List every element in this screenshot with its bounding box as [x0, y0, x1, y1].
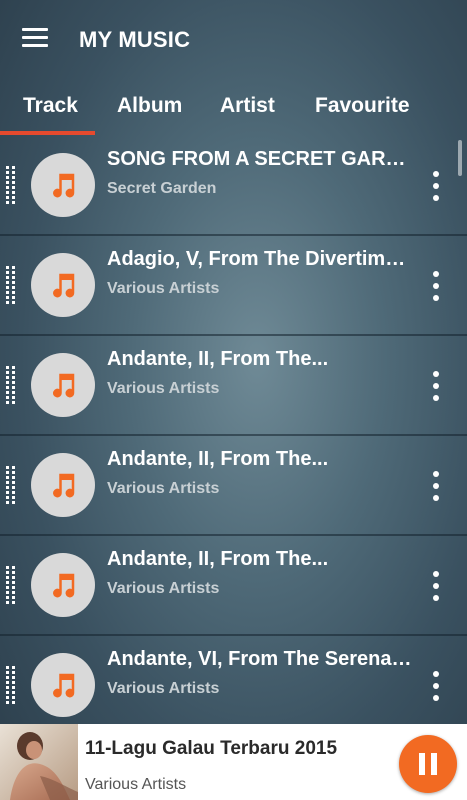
page-title: MY MUSIC [79, 27, 191, 52]
track-title: Andante, II, From The... [107, 348, 329, 370]
now-playing-title: 11-Lagu Galau Terbaru 2015 [85, 738, 338, 759]
music-note-icon [53, 673, 75, 698]
track-artist: Various Artists [107, 380, 220, 397]
track-art [31, 253, 95, 317]
pause-button[interactable] [399, 735, 457, 793]
track-title: Andante, II, From The... [107, 548, 329, 570]
music-note-icon [53, 173, 75, 198]
track-row[interactable]: Andante, II, From The... Various Artists [0, 436, 467, 536]
pause-icon [419, 753, 425, 775]
music-note-icon [53, 273, 75, 298]
track-row[interactable]: Andante, II, From The... Various Artists [0, 336, 467, 436]
list-scrollbar[interactable] [458, 140, 462, 176]
more-vertical-icon[interactable] [428, 269, 444, 303]
music-note-icon [53, 573, 75, 598]
track-row[interactable]: SONG FROM A SECRET GARDEN Secret Garden [0, 136, 467, 236]
tab-artist[interactable]: Artist [220, 94, 275, 118]
track-art [31, 453, 95, 517]
music-note-icon [53, 473, 75, 498]
track-list[interactable]: SONG FROM A SECRET GARDEN Secret Garden Ad… [0, 136, 467, 724]
track-title: Adagio, V, From The Divertimento... [107, 248, 412, 270]
active-tab-indicator [0, 131, 95, 135]
hamburger-menu-icon[interactable] [22, 26, 50, 50]
tab-album[interactable]: Album [117, 94, 182, 118]
more-vertical-icon[interactable] [428, 569, 444, 603]
track-title: Andante, VI, From The Serenade... [107, 648, 412, 670]
drag-handle-icon[interactable] [6, 666, 20, 708]
track-artist: Various Artists [107, 580, 220, 597]
now-playing-artist: Various Artists [85, 776, 187, 793]
track-artist: Various Artists [107, 480, 220, 497]
album-art-thumbnail [0, 724, 78, 800]
tab-favourite[interactable]: Favourite [315, 94, 410, 118]
music-note-icon [53, 373, 75, 398]
track-title: SONG FROM A SECRET GARDEN [107, 148, 412, 170]
more-vertical-icon[interactable] [428, 169, 444, 203]
track-art [31, 353, 95, 417]
more-vertical-icon[interactable] [428, 469, 444, 503]
track-artist: Secret Garden [107, 180, 217, 197]
more-vertical-icon[interactable] [428, 669, 444, 703]
track-artist: Various Artists [107, 680, 220, 697]
tab-track[interactable]: Track [23, 94, 78, 118]
drag-handle-icon[interactable] [6, 266, 20, 308]
drag-handle-icon[interactable] [6, 466, 20, 508]
track-artist: Various Artists [107, 280, 220, 297]
more-vertical-icon[interactable] [428, 369, 444, 403]
track-row[interactable]: Adagio, V, From The Divertimento... Vario… [0, 236, 467, 336]
track-title: Andante, II, From The... [107, 448, 329, 470]
now-playing-bar[interactable]: 11-Lagu Galau Terbaru 2015 Various Artis… [0, 724, 467, 800]
drag-handle-icon[interactable] [6, 566, 20, 608]
track-art [31, 553, 95, 617]
track-row[interactable]: Andante, II, From The... Various Artists [0, 536, 467, 636]
track-row[interactable]: Andante, VI, From The Serenade... Various… [0, 636, 467, 724]
track-art [31, 153, 95, 217]
tab-bar: Track Album Artist Favourite [0, 84, 467, 136]
pause-icon [431, 753, 437, 775]
drag-handle-icon[interactable] [6, 166, 20, 208]
app-bar: MY MUSIC [0, 0, 467, 80]
drag-handle-icon[interactable] [6, 366, 20, 408]
track-art [31, 653, 95, 717]
